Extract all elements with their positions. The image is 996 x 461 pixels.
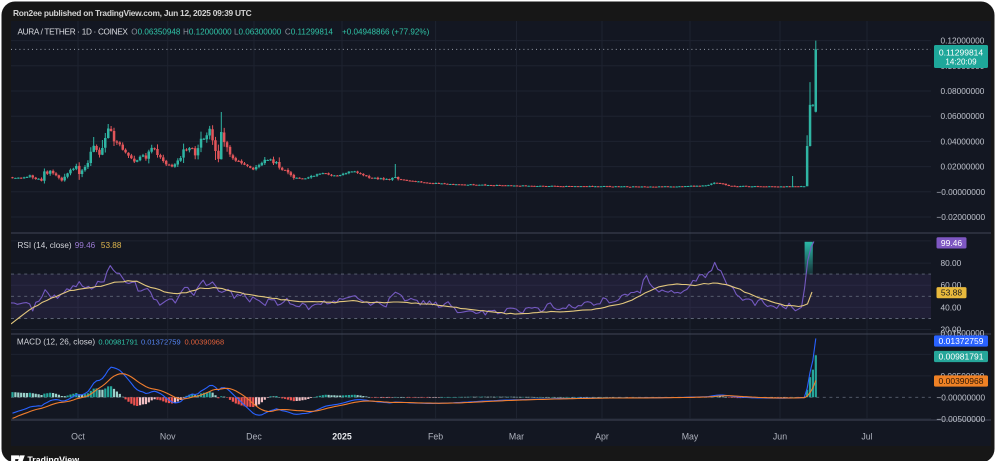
svg-text:14:20:09: 14:20:09 <box>945 58 977 67</box>
svg-text:0.01372759: 0.01372759 <box>141 337 181 346</box>
svg-text:53.88: 53.88 <box>101 241 122 250</box>
svg-text:TradingView: TradingView <box>27 455 79 461</box>
svg-text:H0.12000000: H0.12000000 <box>183 27 232 36</box>
svg-text:2025: 2025 <box>332 432 352 442</box>
svg-text:−0.00500000: −0.00500000 <box>936 414 985 424</box>
svg-text:0.12000000: 0.12000000 <box>941 36 985 46</box>
svg-text:40.00: 40.00 <box>941 302 962 312</box>
svg-text:53.88: 53.88 <box>941 288 963 298</box>
svg-text:0.00390968: 0.00390968 <box>939 376 984 386</box>
svg-text:Jul: Jul <box>861 432 872 442</box>
svg-text:−0.02000000: −0.02000000 <box>936 212 985 222</box>
svg-text:Apr: Apr <box>595 432 609 442</box>
svg-text:+0.04948866 (+77.92%): +0.04948866 (+77.92%) <box>342 27 430 36</box>
svg-text:99.46: 99.46 <box>941 238 963 248</box>
svg-text:O0.06350948: O0.06350948 <box>131 27 181 36</box>
svg-text:RSI (14, close): RSI (14, close) <box>18 241 72 250</box>
svg-text:0.02000000: 0.02000000 <box>941 162 985 172</box>
svg-text:0.06000000: 0.06000000 <box>941 111 985 121</box>
svg-text:−0.00000000: −0.00000000 <box>936 392 985 402</box>
svg-text:Jun: Jun <box>773 432 787 442</box>
svg-text:0.04000000: 0.04000000 <box>941 136 985 146</box>
svg-text:Mar: Mar <box>509 432 524 442</box>
svg-text:0.11299814: 0.11299814 <box>939 47 984 57</box>
svg-text:Ron2ee published on TradingVie: Ron2ee published on TradingView.com, Jun… <box>13 8 252 18</box>
svg-text:L0.06300000: L0.06300000 <box>234 27 282 36</box>
svg-text:C0.11299814: C0.11299814 <box>285 27 334 36</box>
svg-text:May: May <box>682 432 699 442</box>
svg-text:Feb: Feb <box>428 432 443 442</box>
svg-text:AURA / TETHER · 1D · COINEX: AURA / TETHER · 1D · COINEX <box>18 27 129 36</box>
svg-text:0.00981791: 0.00981791 <box>939 352 984 362</box>
svg-text:MACD (12, 26, close): MACD (12, 26, close) <box>17 337 96 346</box>
svg-text:0.00981791: 0.00981791 <box>98 337 138 346</box>
svg-text:Dec: Dec <box>246 432 262 442</box>
svg-text:0.01372759: 0.01372759 <box>939 336 984 346</box>
svg-text:0.08000000: 0.08000000 <box>941 86 985 96</box>
svg-text:−0.00000000: −0.00000000 <box>936 187 985 197</box>
svg-text:Oct: Oct <box>71 432 85 442</box>
svg-text:99.46: 99.46 <box>75 241 96 250</box>
svg-text:Nov: Nov <box>160 432 176 442</box>
svg-text:0.00390968: 0.00390968 <box>185 337 225 346</box>
svg-text:80.00: 80.00 <box>941 258 962 268</box>
